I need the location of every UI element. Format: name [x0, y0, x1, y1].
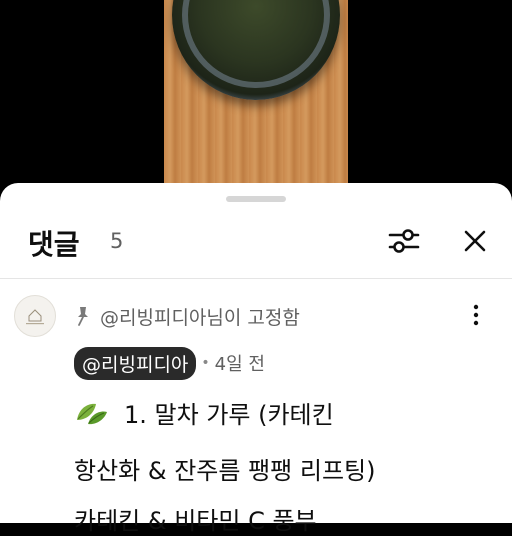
header-divider — [0, 278, 512, 279]
video-frame — [164, 0, 348, 200]
drag-handle[interactable] — [226, 196, 286, 202]
comment-text-line-1: 1. 말차 가루 (카테킨 — [124, 401, 334, 429]
sliders-icon — [388, 229, 420, 253]
comments-count: 5 — [110, 229, 124, 253]
close-button[interactable] — [455, 221, 495, 261]
leaf-icon — [77, 403, 107, 424]
comment-line-1: 1. 말차 가루 (카테킨 — [74, 395, 334, 430]
more-vertical-icon — [473, 304, 479, 326]
comment-line-3: 카테킨 & 비타민 C 풍부 — [74, 507, 317, 535]
filter-button[interactable] — [384, 221, 424, 261]
meta-separator: • — [201, 355, 210, 371]
comments-title: 댓글 — [28, 228, 80, 261]
pinned-indicator: @리빙피디아님이 고정함 — [74, 303, 300, 329]
pinned-text: @리빙피디아님이 고정함 — [100, 306, 300, 329]
comment-meta: @리빙피디아 • 4일 전 — [74, 346, 265, 380]
more-options-button[interactable] — [462, 301, 490, 329]
avatar-logo-icon — [26, 309, 44, 325]
comment-time: 4일 전 — [214, 354, 265, 375]
author-chip[interactable]: @리빙피디아 — [74, 346, 197, 380]
comment-line-2: 항산화 & 잔주름 팽팽 리프팅) — [74, 457, 376, 485]
pin-icon — [78, 307, 88, 326]
avatar[interactable] — [14, 295, 56, 337]
comments-header: 댓글 5 — [0, 213, 512, 267]
comments-sheet: 댓글 5 @리빙피디아님이 고정함 @리빙피디아 • 4일 전 1. 말차 가루… — [0, 183, 512, 535]
close-icon — [464, 230, 486, 252]
video-player[interactable] — [0, 0, 512, 200]
